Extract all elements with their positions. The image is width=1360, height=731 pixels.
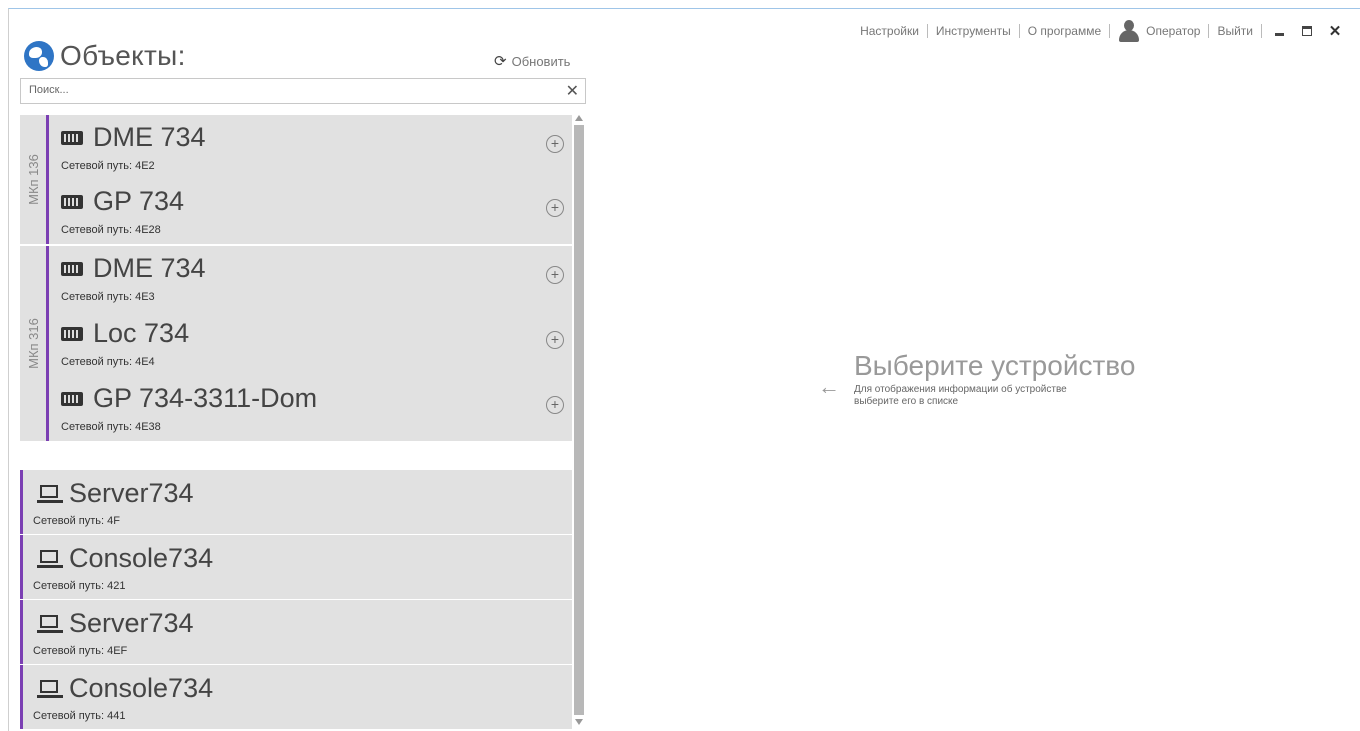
- minimize-icon: [1274, 32, 1284, 36]
- maximize-button[interactable]: [1296, 23, 1318, 39]
- group-label: МКп 136: [25, 154, 41, 205]
- list-item[interactable]: Server734 Сетевой путь: 4EF: [20, 600, 572, 664]
- device-name: DME 734: [93, 253, 206, 283]
- list-item[interactable]: Loc 734 Сетевой путь: 4E4 +: [49, 311, 572, 377]
- device-name: GP 734: [93, 186, 185, 216]
- device-name: Loc 734: [93, 318, 190, 348]
- network-path: Сетевой путь: 421: [33, 580, 126, 592]
- laptop-icon: [37, 549, 63, 568]
- network-path: Сетевой путь: 4E4: [61, 356, 155, 368]
- maximize-icon: [1302, 26, 1312, 36]
- device-icon: [61, 130, 83, 145]
- laptop-icon: [37, 484, 63, 503]
- list-item[interactable]: DME 734 Сетевой путь: 4E3 +: [49, 246, 572, 312]
- add-icon[interactable]: +: [546, 396, 564, 414]
- device-name: DME 734: [93, 122, 206, 152]
- network-path: Сетевой путь: 4E38: [61, 421, 161, 433]
- about-link[interactable]: О программе: [1020, 24, 1109, 38]
- refresh-label: Обновить: [511, 53, 571, 69]
- network-path: Сетевой путь: 4F: [33, 515, 120, 527]
- list-item[interactable]: GP 734-3311-Dom Сетевой путь: 4E38 +: [49, 376, 572, 442]
- add-icon[interactable]: +: [546, 266, 564, 284]
- empty-state: ← Выберите устройство Для отображения ин…: [818, 350, 1154, 408]
- scroll-up-icon[interactable]: [575, 115, 583, 121]
- computer-name: Console734: [69, 543, 214, 573]
- network-path: Сетевой путь: 4E28: [61, 224, 161, 236]
- computer-name: Console734: [69, 673, 214, 703]
- computer-name: Server734: [69, 608, 194, 638]
- page-title: Объекты:: [60, 40, 186, 71]
- close-button[interactable]: ✕: [1324, 23, 1346, 39]
- list-scrollbar[interactable]: [572, 115, 586, 727]
- network-path: Сетевой путь: 441: [33, 710, 126, 722]
- user-menu[interactable]: Оператор: [1110, 20, 1208, 42]
- list-item[interactable]: Console734 Сетевой путь: 421: [20, 535, 572, 599]
- list-item[interactable]: Server734 Сетевой путь: 4F: [20, 470, 572, 534]
- device-icon: [61, 326, 83, 341]
- device-icon: [61, 194, 83, 209]
- network-path: Сетевой путь: 4E3: [61, 291, 155, 303]
- clear-search-icon[interactable]: ✕: [566, 81, 579, 101]
- separator: [1261, 24, 1262, 38]
- tools-link[interactable]: Инструменты: [928, 24, 1019, 38]
- list-item[interactable]: DME 734 Сетевой путь: 4E2 +: [49, 115, 572, 181]
- list-item[interactable]: Console734 Сетевой путь: 441: [20, 665, 572, 729]
- computer-name: Server734: [69, 478, 194, 508]
- logout-link[interactable]: Выйти: [1209, 24, 1261, 38]
- add-icon[interactable]: +: [546, 199, 564, 217]
- empty-state-title: Выберите устройство: [854, 350, 1136, 381]
- settings-link[interactable]: Настройки: [852, 24, 927, 38]
- laptop-icon: [37, 679, 63, 698]
- add-icon[interactable]: +: [546, 331, 564, 349]
- add-icon[interactable]: +: [546, 135, 564, 153]
- list-item[interactable]: GP 734 Сетевой путь: 4E28 +: [49, 179, 572, 245]
- refresh-icon: ⟳: [494, 53, 507, 70]
- globe-icon: [24, 41, 54, 71]
- empty-state-text: выберите его в списке: [854, 396, 959, 407]
- group-mkp-316: МКп 316 DME 734 Сетевой путь: 4E3 + Loc …: [20, 246, 572, 441]
- refresh-button[interactable]: ⟳ Обновить: [494, 52, 570, 70]
- network-path: Сетевой путь: 4EF: [33, 645, 128, 657]
- group-label: МКп 316: [25, 318, 41, 369]
- empty-state-text: Для отображения информации об устройстве: [854, 384, 1067, 395]
- scroll-down-icon[interactable]: [575, 719, 583, 725]
- network-path: Сетевой путь: 4E2: [61, 160, 155, 172]
- device-icon: [61, 261, 83, 276]
- user-icon: [1118, 20, 1140, 42]
- laptop-icon: [37, 614, 63, 633]
- group-mkp-136: МКп 136 DME 734 Сетевой путь: 4E2 + GP 7…: [20, 115, 572, 244]
- search-input[interactable]: [27, 83, 551, 97]
- device-name: GP 734-3311-Dom: [93, 383, 318, 413]
- arrow-left-icon: ←: [818, 374, 840, 399]
- search-box: ✕: [20, 78, 586, 104]
- objects-list: МКп 136 DME 734 Сетевой путь: 4E2 + GP 7…: [20, 115, 572, 729]
- device-icon: [61, 391, 83, 406]
- panel-header: Объекты:: [24, 40, 186, 72]
- top-menu: Настройки Инструменты О программе Операт…: [852, 20, 1346, 42]
- close-icon: ✕: [1328, 22, 1342, 40]
- scroll-thumb[interactable]: [574, 125, 584, 715]
- minimize-button[interactable]: [1268, 23, 1290, 39]
- user-label: Оператор: [1146, 24, 1201, 38]
